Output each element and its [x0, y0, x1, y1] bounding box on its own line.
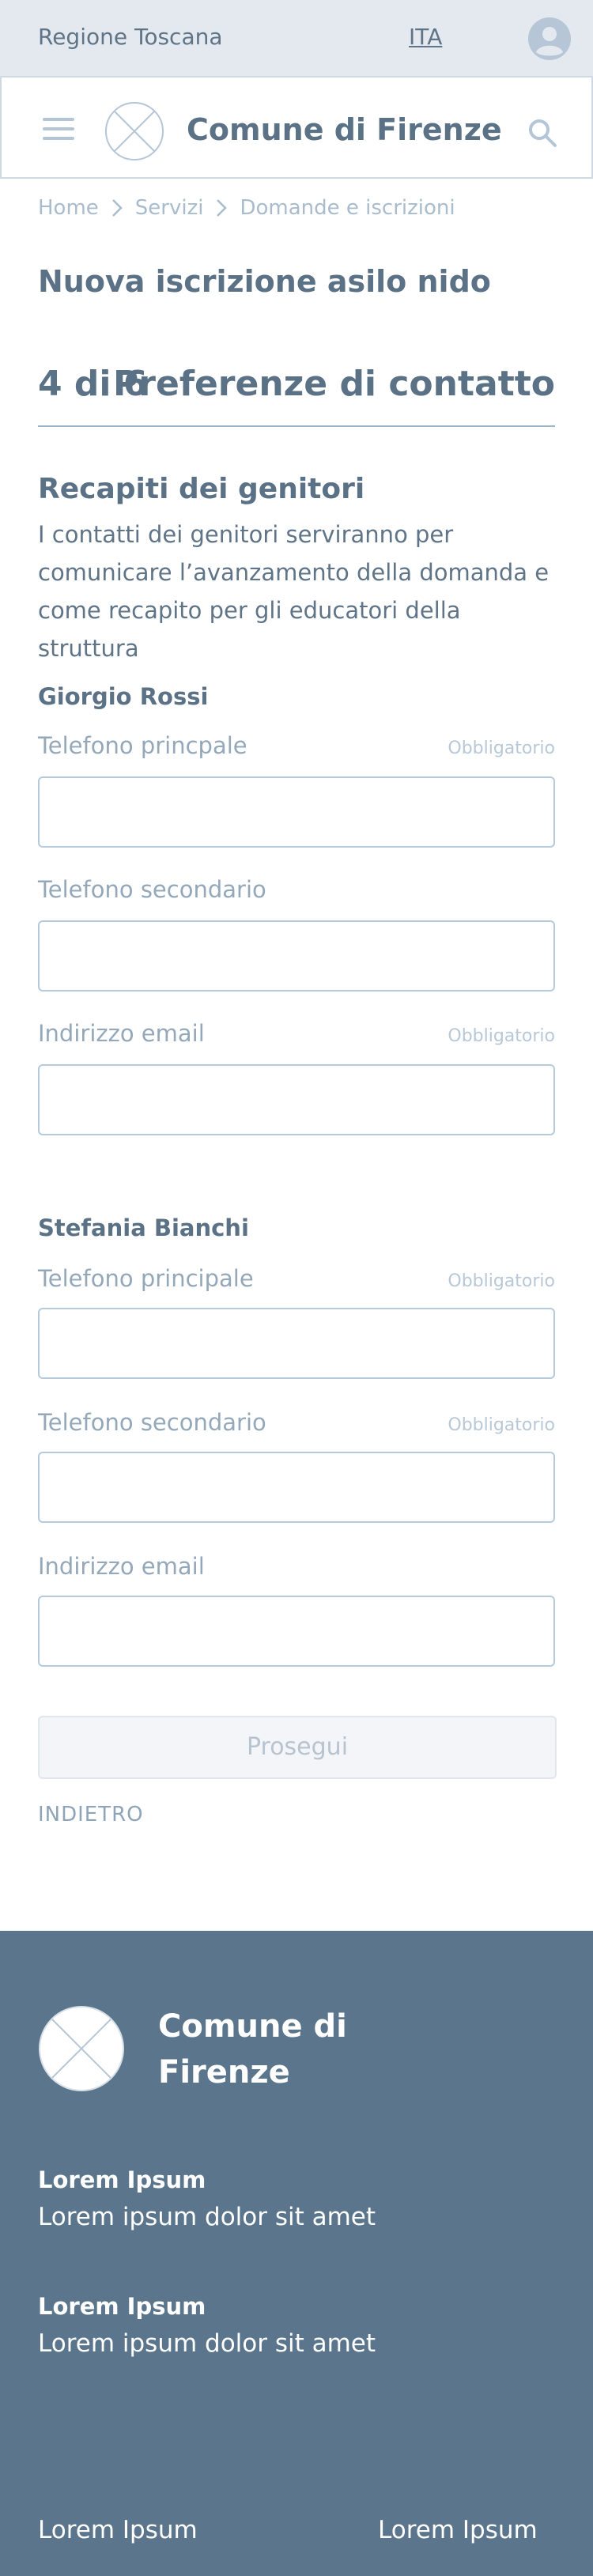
region-label[interactable]: Regione Toscana [38, 24, 223, 50]
site-footer: Comune di Firenze Lorem Ipsum Lorem ipsu… [0, 1931, 593, 2576]
user-avatar-icon[interactable] [528, 17, 571, 60]
footer-text: Lorem ipsum dolor sit amet [38, 2203, 376, 2231]
chevron-right-icon [217, 199, 228, 217]
logo-placeholder-icon[interactable] [38, 2005, 125, 2092]
chevron-right-icon [111, 199, 123, 217]
field-label: Telefono princpale [38, 732, 247, 759]
secondary-phone-input[interactable] [38, 920, 555, 991]
field-label: Indirizzo email [38, 1020, 205, 1047]
parent-name: Giorgio Rossi [38, 683, 209, 710]
footer-heading: Lorem Ipsum [38, 2293, 206, 2320]
field-label: Telefono secondario [38, 1409, 266, 1436]
required-note: Obbligatorio [448, 1415, 555, 1435]
required-note: Obbligatorio [448, 1026, 555, 1046]
required-note: Obbligatorio [448, 738, 555, 758]
parent-name: Stefania Bianchi [38, 1214, 249, 1241]
page-title: Nuova iscrizione asilo nido [38, 264, 491, 299]
top-bar: Regione Toscana ITA [0, 0, 593, 76]
language-selector[interactable]: ITA [409, 24, 442, 50]
next-button[interactable]: Prosegui [38, 1716, 557, 1779]
email-input[interactable] [38, 1064, 555, 1135]
search-icon[interactable] [527, 117, 558, 149]
hamburger-menu-icon[interactable] [43, 118, 74, 142]
footer-text: Lorem ipsum dolor sit amet [38, 2329, 376, 2358]
email-input[interactable] [38, 1596, 555, 1667]
breadcrumb-current[interactable]: Domande e iscrizioni [240, 196, 455, 220]
logo-placeholder-icon[interactable] [104, 101, 164, 161]
secondary-phone-input[interactable] [38, 1452, 555, 1523]
field-label: Telefono secondario [38, 876, 266, 903]
step-title: Preferenze di contatto [113, 364, 555, 404]
primary-phone-input[interactable] [38, 776, 555, 848]
section-title: Recapiti dei genitori [38, 473, 365, 505]
breadcrumb: Home Servizi Domande e iscrizioni [38, 196, 455, 220]
site-title[interactable]: Comune di Firenze [187, 112, 502, 147]
primary-phone-input[interactable] [38, 1308, 555, 1379]
section-description: I contatti dei genitori serviranno per c… [38, 521, 550, 662]
breadcrumb-home[interactable]: Home [38, 196, 99, 220]
required-note: Obbligatorio [448, 1271, 555, 1291]
field-label: Indirizzo email [38, 1553, 205, 1580]
step-divider [38, 425, 555, 427]
footer-link[interactable]: Lorem Ipsum [38, 2516, 198, 2544]
footer-heading: Lorem Ipsum [38, 2166, 206, 2193]
breadcrumb-servizi[interactable]: Servizi [135, 196, 204, 220]
footer-link[interactable]: Lorem Ipsum [378, 2516, 538, 2544]
site-header: Comune di Firenze [0, 76, 593, 179]
footer-title[interactable]: Comune di Firenze [158, 2004, 395, 2095]
back-link[interactable]: INDIETRO [38, 1803, 144, 1826]
field-label: Telefono principale [38, 1265, 254, 1292]
